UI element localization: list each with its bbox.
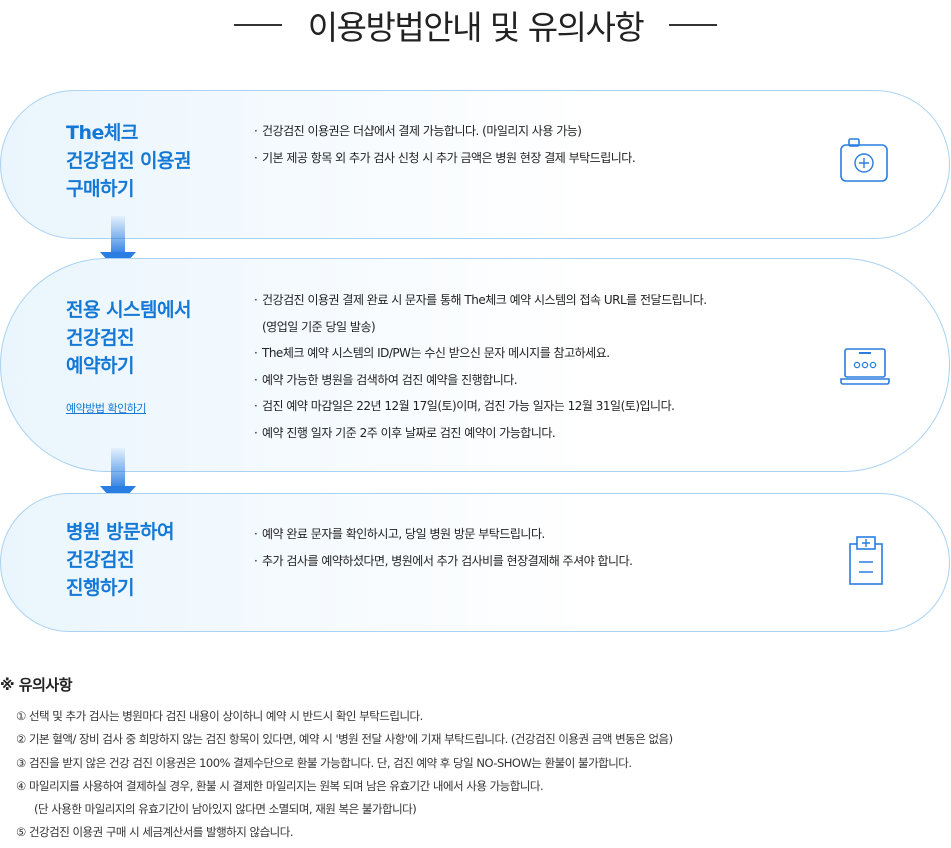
notes-section: ※ 유의사항 ① 선택 및 추가 검사는 병원마다 검진 내용이 상이하니 예약… xyxy=(0,675,951,845)
step-title: 전용 시스템에서 건강검진 예약하기 xyxy=(66,299,191,377)
note-item: ② 기본 혈액/ 장비 검사 중 희망하지 않는 검진 항목이 있다면, 예약 … xyxy=(16,732,673,747)
step-visit: 병원 방문하여 건강검진 진행하기 예약 완료 문자를 확인하시고, 당일 병원… xyxy=(0,493,950,632)
bullet-item: 예약 완료 문자를 확인하시고, 당일 병원 방문 부탁드립니다. xyxy=(254,521,632,548)
notes-title: ※ 유의사항 xyxy=(0,676,73,694)
laptop-icon xyxy=(840,348,890,385)
title-right-line xyxy=(669,24,718,26)
title-left-line xyxy=(233,24,282,26)
bullet-item: (영업일 기준 당일 발송) xyxy=(262,319,376,334)
note-item: ⑤ 건강검진 이용권 구매 시 세금계산서를 발행하지 않습니다. xyxy=(16,825,293,840)
step-reservation: 전용 시스템에서 건강검진 예약하기 예약방법 확인하기 건강검진 이용권 결제… xyxy=(0,258,950,472)
page-title: 이용방법안내 및 유의사항 xyxy=(307,8,645,47)
note-item: ① 선택 및 추가 검사는 병원마다 검진 내용이 상이하니 예약 시 반드시 … xyxy=(16,709,423,723)
notes-list: ① 선택 및 추가 검사는 병원마다 검진 내용이 상이하니 예약 시 반드시 … xyxy=(0,705,951,845)
step-bullets: 예약 완료 문자를 확인하시고, 당일 병원 방문 부탁드립니다. 추가 검사를… xyxy=(254,521,633,575)
step-bullets: 건강검진 이용권은 더샵에서 결제 가능합니다. (마일리지 사용 가능) 기본… xyxy=(254,118,636,172)
note-item: ④ 마일리지를 사용하여 결제하실 경우, 환불 시 결제한 마일리지는 원복 … xyxy=(16,778,544,793)
page-title-row: 이용방법안내 및 유의사항 xyxy=(0,0,951,50)
step-bullets: 건강검진 이용권 결제 완료 시 문자를 통해 The체크 예약 시스템의 접속… xyxy=(254,287,707,446)
note-item: (단 사용한 마일리지의 유효기간이 남아있지 않다면 소멸되며, 재원 복은 … xyxy=(34,802,417,817)
step-title: 병원 방문하여 건강검진 진행하기 xyxy=(66,521,175,599)
reservation-guide-link[interactable]: 예약방법 확인하기 xyxy=(66,400,146,416)
bullet-item: 건강검진 이용권 결제 완료 시 문자를 통해 The체크 예약 시스템의 접속… xyxy=(254,287,707,314)
medical-kit-icon xyxy=(840,138,888,182)
bullet-item: 추가 검사를 예약하셨다면, 병원에서 추가 검사비를 현장결제해 주셔야 합니… xyxy=(254,548,633,575)
bullet-item: 검진 예약 마감일은 22년 12월 17일(토)이며, 검진 가능 일자는 1… xyxy=(254,393,707,420)
hospital-chart-icon xyxy=(849,536,883,585)
bullet-item: 예약 가능한 병원을 검색하여 검진 예약을 진행합니다. xyxy=(254,367,707,394)
step-title: The체크 건강검진 이용권 구매하기 xyxy=(66,122,191,200)
bullet-item: 건강검진 이용권은 더샵에서 결제 가능합니다. (마일리지 사용 가능) xyxy=(254,118,635,145)
step-purchase: The체크 건강검진 이용권 구매하기 건강검진 이용권은 더샵에서 결제 가능… xyxy=(0,90,950,239)
note-item: ③ 검진을 받지 않은 건강 검진 이용권은 100% 결제수단으로 환불 가능… xyxy=(16,755,632,770)
bullet-item: The체크 예약 시스템의 ID/PW는 수신 받으신 문자 메시지를 참고하세… xyxy=(254,340,707,367)
bullet-item: 예약 진행 일자 기준 2주 이후 날짜로 검진 예약이 가능합니다. xyxy=(254,420,707,447)
bullet-item: 기본 제공 항목 외 추가 검사 신청 시 추가 금액은 병원 현장 결제 부탁… xyxy=(254,145,636,172)
